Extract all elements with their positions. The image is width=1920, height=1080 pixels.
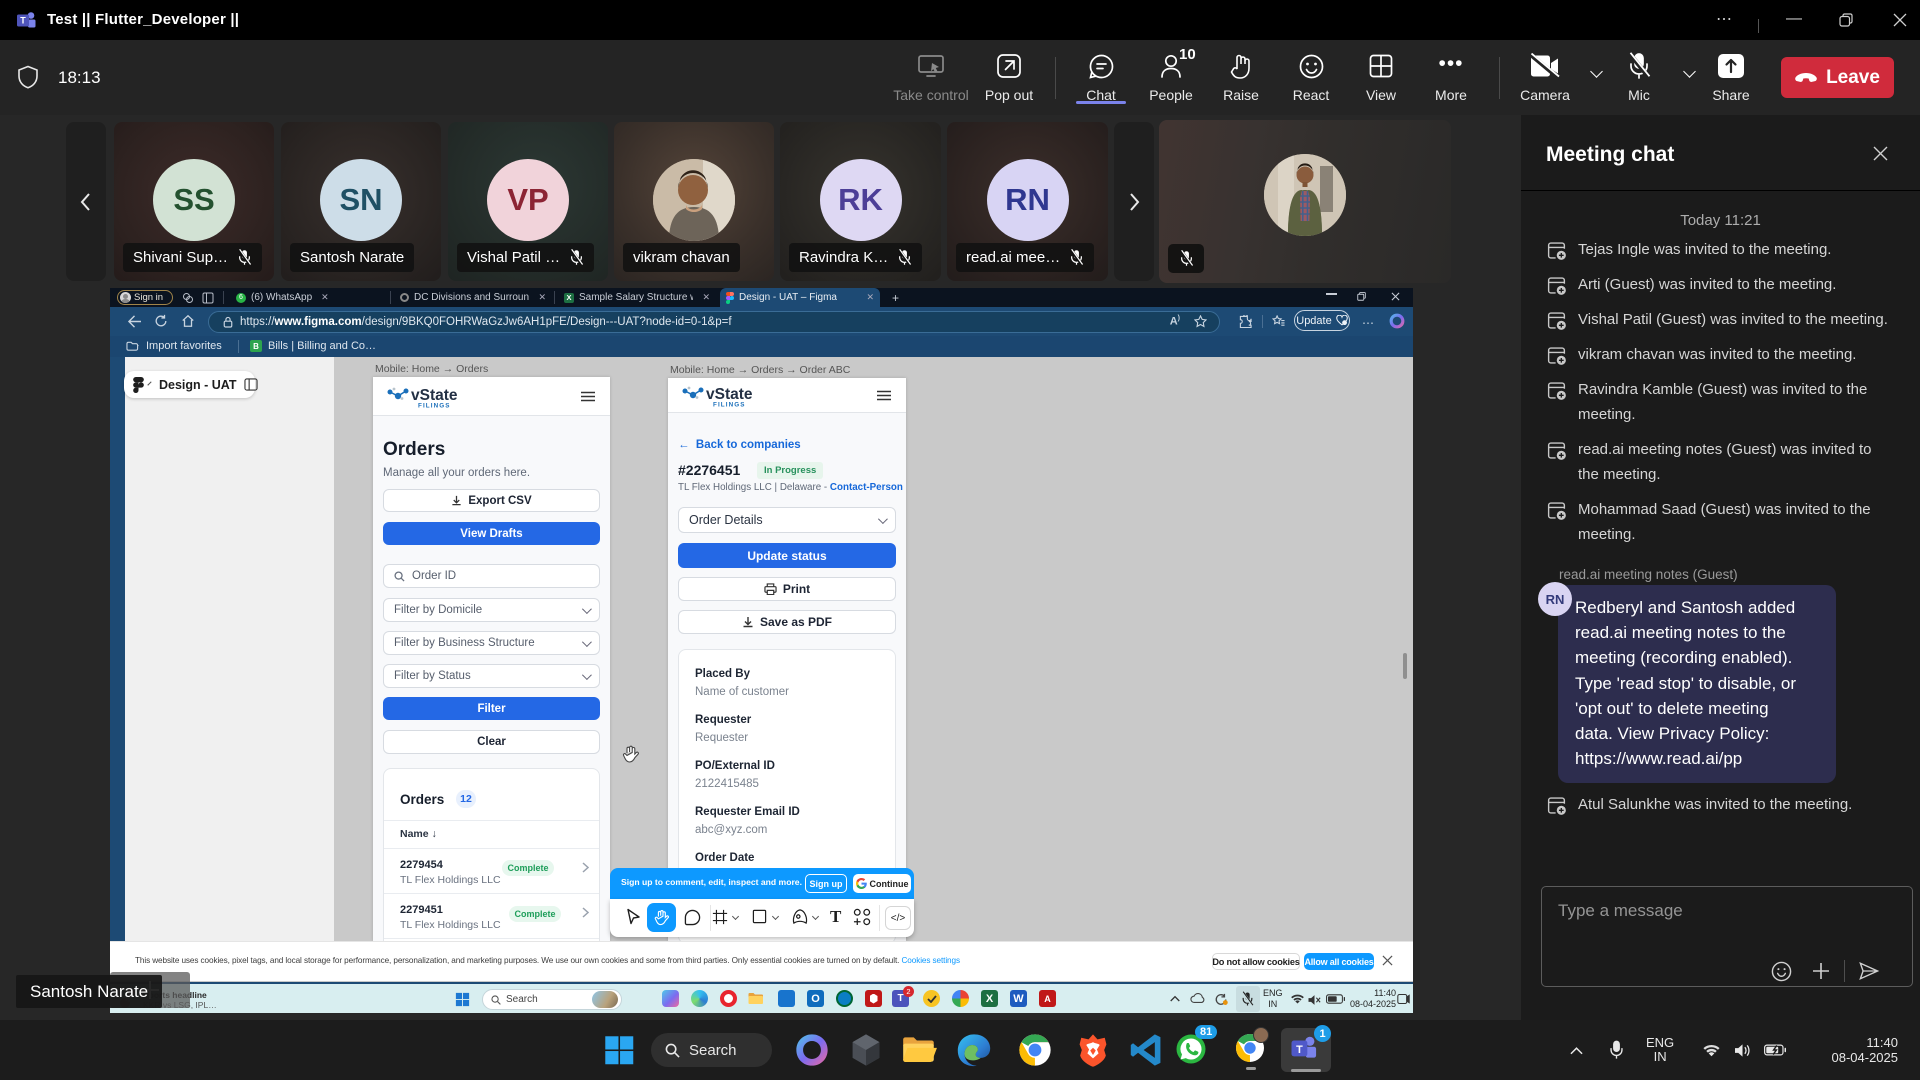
svg-text:T: T [20,16,26,26]
svg-text:FILINGS: FILINGS [713,402,746,409]
svg-text:vState: vState [706,386,753,403]
svg-text:vState: vState [411,387,458,404]
svg-text:FILINGS: FILINGS [418,403,451,410]
svg-text:T: T [1296,1044,1303,1056]
